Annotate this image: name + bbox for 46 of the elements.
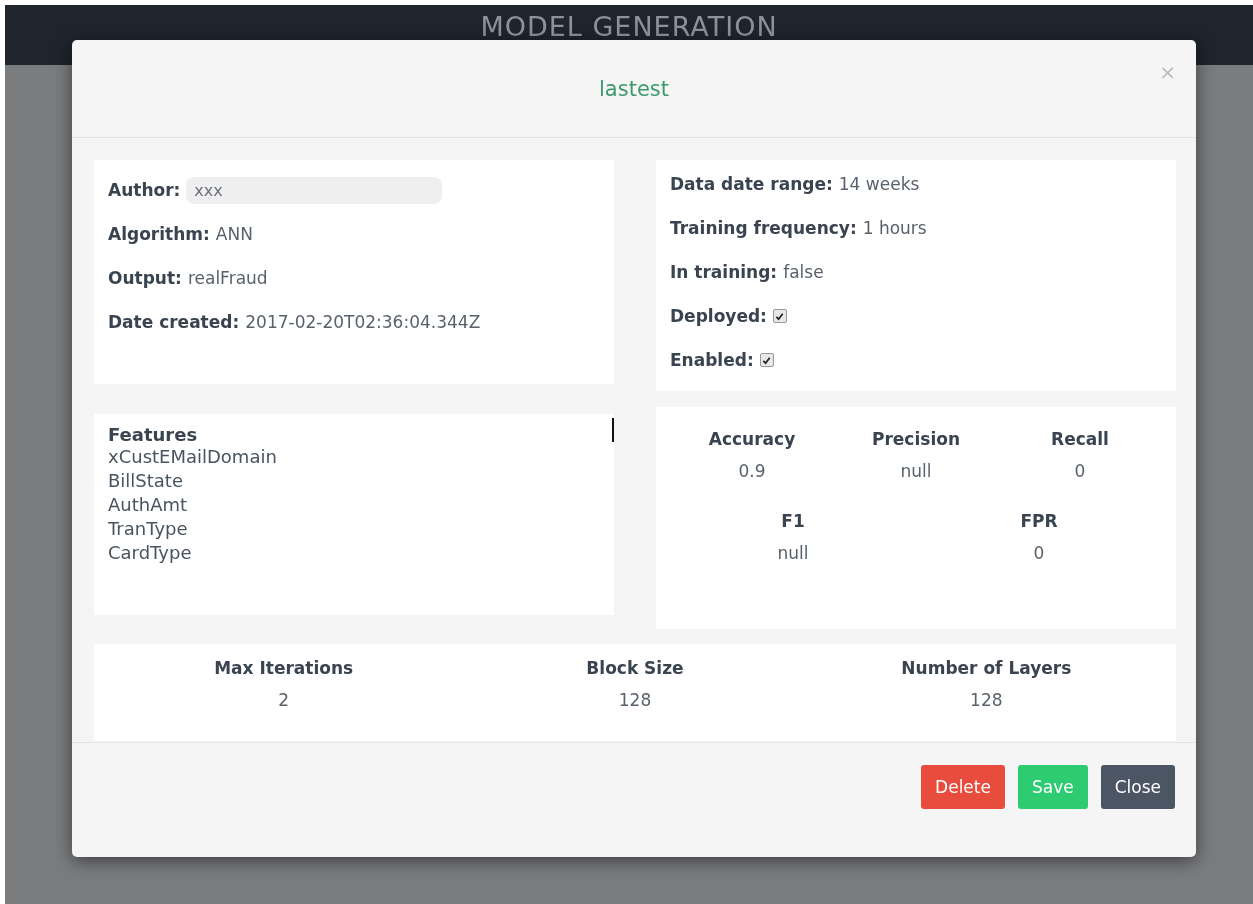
feature-item: TranType xyxy=(108,516,189,541)
stat-label: Accuracy xyxy=(708,428,796,449)
stat-value: 0 xyxy=(1074,460,1086,481)
checkbox[interactable] xyxy=(759,353,774,367)
feature-item: xCustEMailDomain xyxy=(108,444,278,469)
stat-value: 0 xyxy=(1033,542,1045,563)
stat-value: null xyxy=(777,542,809,563)
features-heading: Features xyxy=(108,423,198,445)
feature-item: CardType xyxy=(108,540,193,565)
field-label: In training: xyxy=(670,262,778,282)
stat-label: Number of Layers xyxy=(901,658,1072,679)
stat-label: Block Size xyxy=(586,658,684,679)
page-title: MODEL GENERATION xyxy=(480,11,778,42)
stat-value: 0.9 xyxy=(738,460,766,481)
field-label: Enabled: xyxy=(670,350,754,370)
stat-value: 2 xyxy=(278,690,290,711)
feature-item: BillState xyxy=(108,468,184,493)
feature-item: AuthAmt xyxy=(108,492,189,517)
field-label: Data date range: xyxy=(670,174,833,194)
checkbox[interactable] xyxy=(772,309,787,323)
action-button[interactable]: Close xyxy=(1100,765,1175,809)
stat-value: null xyxy=(900,460,932,481)
field-label: Author: xyxy=(108,180,181,200)
field-value: realFraud xyxy=(187,268,268,288)
field-label: Training frequency: xyxy=(670,218,857,238)
modal-title: lastest xyxy=(599,76,669,101)
field-label: Output: xyxy=(108,268,182,288)
action-button[interactable]: Delete xyxy=(921,765,1005,809)
action-button[interactable]: Save xyxy=(1017,765,1088,809)
stat-label: F1 xyxy=(781,510,805,531)
field-label: Algorithm: xyxy=(108,224,210,244)
stat-label: Max Iterations xyxy=(214,658,354,679)
stat-label: Recall xyxy=(1051,428,1109,449)
stat-value: 128 xyxy=(618,690,652,711)
stat-label: Precision xyxy=(872,428,960,449)
author-field[interactable]: xxx xyxy=(186,176,443,204)
stat-label: FPR xyxy=(1020,510,1058,531)
field-value: false xyxy=(783,262,824,282)
field-value: ANN xyxy=(215,224,253,244)
stat-value: 128 xyxy=(970,690,1003,711)
field-value: 14 weeks xyxy=(838,174,920,194)
text-cursor xyxy=(612,417,614,442)
field-label: Deployed: xyxy=(670,306,767,326)
field-value: 1 hours xyxy=(862,218,927,238)
field-label: Date created: xyxy=(108,312,240,332)
field-value: 2017-02-20T02:36:04.344Z xyxy=(245,312,481,332)
